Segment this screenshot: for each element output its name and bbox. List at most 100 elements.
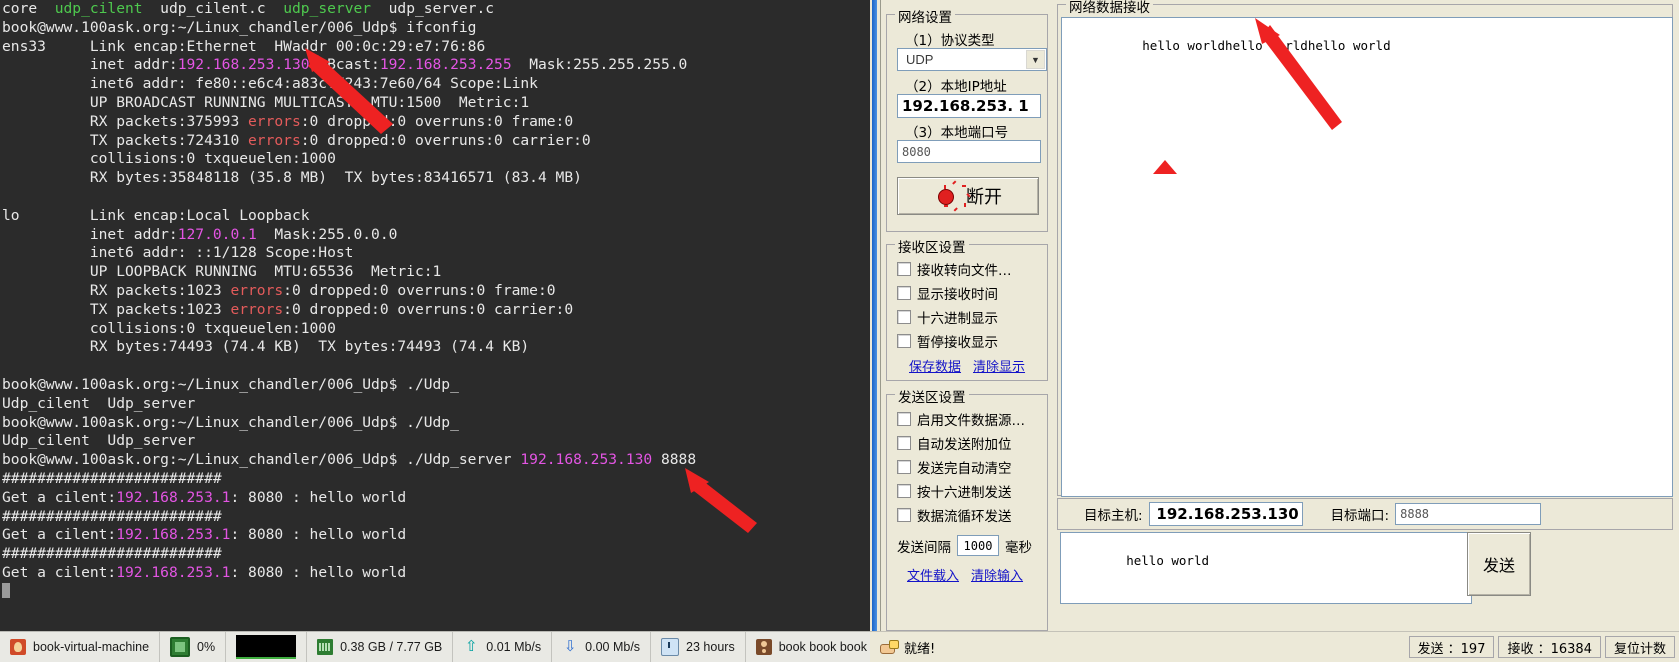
checkbox-unchecked-icon[interactable] <box>897 436 911 450</box>
receive-option-0[interactable]: 接收转向文件… <box>897 259 1012 279</box>
clear-display-link[interactable]: 清除显示 <box>973 356 1025 375</box>
terminal-line: book@www.100ask.org:~/Linux_chandler/006… <box>2 451 868 470</box>
terminal-text: book@www.100ask.org:~/Linux_chandler/006… <box>2 451 521 469</box>
terminal-text: RX bytes:74493 (74.4 KB) TX bytes:74493 … <box>2 338 530 356</box>
terminal-text: lo Link encap:Local Loopback <box>2 206 310 224</box>
terminal-text: Bcast: <box>309 56 380 74</box>
terminal-text: RX bytes:35848118 (35.8 MB) TX bytes:834… <box>2 169 582 187</box>
local-port-input[interactable]: 8080 <box>897 140 1041 163</box>
terminal-line: ######################### <box>2 508 868 527</box>
disconnect-button-label: 断开 <box>966 187 1002 208</box>
terminal-text: collisions:0 txqueuelen:1000 <box>2 319 336 337</box>
receive-option-3-label: 暂停接收显示 <box>917 335 998 351</box>
load-file-link[interactable]: 文件载入 <box>907 565 959 584</box>
terminal-text: UP LOOPBACK RUNNING MTU:65536 Metric:1 <box>2 263 442 281</box>
checkbox-unchecked-icon[interactable] <box>897 412 911 426</box>
terminal-text: RX packets:375993 <box>2 112 249 130</box>
status-memory: 0.38 GB / 7.77 GB <box>307 632 454 662</box>
terminal-text: Udp_cilent Udp_server <box>2 432 196 450</box>
received-data-area[interactable]: hello worldhello worldhello world <box>1061 17 1673 497</box>
app-status-bar: 就绪! 发送 ：197 接收 ：16384 复位计数 <box>870 631 1679 662</box>
send-option-0[interactable]: 启用文件数据源… <box>897 409 1025 429</box>
terminal-line: Udp_cilent Udp_server <box>2 432 868 451</box>
terminal-line: collisions:0 txqueuelen:1000 <box>2 150 868 169</box>
send-option-3[interactable]: 按十六进制发送 <box>897 481 1012 501</box>
terminal-line: core udp_cilent udp_cilent.c udp_server … <box>2 0 868 19</box>
receive-option-2[interactable]: 十六进制显示 <box>897 307 998 327</box>
target-port-input[interactable]: 8888 <box>1395 503 1542 525</box>
receive-settings-group: 接收区设置 接收转向文件… 显示接收时间 十六进制显示 暂停接收显示 保存数据 … <box>886 236 1048 381</box>
reset-counter-button[interactable]: 复位计数 <box>1604 636 1675 658</box>
send-data-input[interactable]: hello world <box>1060 532 1472 604</box>
receive-option-2-label: 十六进制显示 <box>917 311 998 327</box>
upload-rate-label: 0.01 Mb/s <box>486 640 542 654</box>
terminal-text: :0 dropped:0 overruns:0 frame:0 <box>300 112 574 130</box>
receive-option-1[interactable]: 显示接收时间 <box>897 283 998 303</box>
terminal-window[interactable]: core udp_cilent udp_cilent.c udp_server … <box>0 0 870 662</box>
checkbox-unchecked-icon[interactable] <box>897 286 911 300</box>
send-interval-input[interactable]: 1000 <box>957 535 999 556</box>
user-icon <box>755 639 772 655</box>
terminal-line: inet6 addr: ::1/128 Scope:Host <box>2 244 868 263</box>
terminal-line: collisions:0 txqueuelen:1000 <box>2 320 868 339</box>
terminal-text: core <box>2 0 55 17</box>
terminal-line: TX packets:724310 errors:0 dropped:0 ove… <box>2 132 868 151</box>
window-left-edge <box>870 0 881 632</box>
uptime-label: 23 hours <box>686 640 735 654</box>
status-ready: 就绪! <box>870 638 1409 657</box>
receive-option-3[interactable]: 暂停接收显示 <box>897 331 998 351</box>
status-upload: ⇧ 0.01 Mb/s <box>453 632 553 662</box>
checkbox-unchecked-icon[interactable] <box>897 334 911 348</box>
protocol-type-label: （1）协议类型 <box>905 33 995 49</box>
disconnect-button[interactable]: 断开 <box>897 177 1039 215</box>
target-host-input[interactable]: 192.168.253.130 <box>1148 502 1303 526</box>
send-option-4[interactable]: 数据流循环发送 <box>897 505 1012 525</box>
checkbox-unchecked-icon[interactable] <box>897 508 911 522</box>
send-option-2-label: 发送完自动清空 <box>917 461 1012 477</box>
terminal-line: book@www.100ask.org:~/Linux_chandler/006… <box>2 376 868 395</box>
send-button[interactable]: 发送 <box>1467 532 1531 596</box>
terminal-line: Get a cilent:192.168.253.1: 8080 : hello… <box>2 489 868 508</box>
clear-input-link[interactable]: 清除输入 <box>971 565 1023 584</box>
checkbox-unchecked-icon[interactable] <box>897 460 911 474</box>
vm-name-label: book-virtual-machine <box>33 640 150 654</box>
net-assist-window[interactable]: 网络设置 （1）协议类型 UDP ▼ （2）本地IP地址 192.168.253… <box>870 0 1679 662</box>
local-ip-input[interactable]: 192.168.253. 1 <box>897 94 1041 118</box>
save-data-link[interactable]: 保存数据 <box>909 356 961 375</box>
local-ip-value: 192.168.253. 1 <box>902 97 1029 115</box>
chevron-down-icon[interactable]: ▼ <box>1026 50 1045 69</box>
terminal-text: book@www.100ask.org:~/Linux_chandler/006… <box>2 18 477 36</box>
receive-option-0-label: 接收转向文件… <box>917 263 1012 279</box>
checkbox-unchecked-icon[interactable] <box>897 484 911 498</box>
terminal-status-bar: book-virtual-machine 0% 0.38 GB / 7.77 G… <box>0 631 870 662</box>
terminal-text: errors <box>230 281 284 299</box>
terminal-text: 192.168.253.1 <box>116 526 231 544</box>
target-port-label: 目标端口: <box>1330 508 1390 524</box>
terminal-text: : 8080 : hello world <box>230 488 407 506</box>
protocol-type-value: UDP <box>906 52 934 67</box>
terminal-line: inet addr:192.168.253.130 Bcast:192.168.… <box>2 56 868 75</box>
target-port-value: 8888 <box>1400 507 1430 521</box>
memory-icon <box>317 639 334 655</box>
network-data-group: 网络数据接收 hello worldhello worldhello world <box>1057 0 1673 497</box>
receive-settings-title: 接收区设置 <box>895 236 969 256</box>
protocol-type-select[interactable]: UDP ▼ <box>897 48 1047 71</box>
terminal-text: Get a cilent: <box>2 563 117 581</box>
send-option-2[interactable]: 发送完自动清空 <box>897 457 1012 477</box>
terminal-line: RX packets:1023 errors:0 dropped:0 overr… <box>2 282 868 301</box>
status-uptime: 23 hours <box>651 632 746 662</box>
terminal-text: ens33 Link encap:Ethernet HWaddr 00:0c:2… <box>2 37 486 55</box>
checkbox-unchecked-icon[interactable] <box>897 310 911 324</box>
checkbox-unchecked-icon[interactable] <box>897 262 911 276</box>
status-vm-name: book-virtual-machine <box>0 632 161 662</box>
terminal-text: ######################### <box>2 545 222 563</box>
receive-option-1-label: 显示接收时间 <box>917 287 998 303</box>
send-option-1[interactable]: 自动发送附加位 <box>897 433 1012 453</box>
download-rate-label: 0.00 Mb/s <box>585 640 641 654</box>
memory-label: 0.38 GB / 7.77 GB <box>340 640 443 654</box>
target-host-value: 192.168.253.130 <box>1156 505 1299 523</box>
terminal-text: Mask:255.255.255.0 <box>511 56 688 74</box>
clock-icon <box>661 638 680 656</box>
